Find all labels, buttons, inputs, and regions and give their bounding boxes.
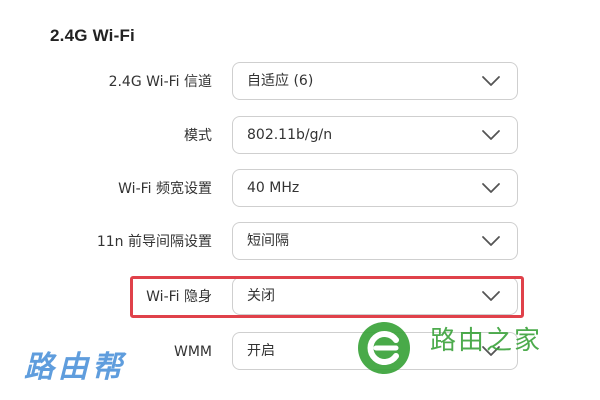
chevron-down-icon bbox=[482, 236, 500, 246]
guard-interval-value: 短间隔 bbox=[247, 233, 289, 249]
section-title: 2.4G Wi-Fi bbox=[50, 26, 135, 45]
setting-row-guard-interval: 11n 前导间隔设置 短间隔 bbox=[0, 222, 600, 262]
channel-select[interactable]: 自适应 (6) bbox=[232, 62, 518, 100]
router-home-logo-icon bbox=[358, 322, 410, 374]
chevron-down-icon bbox=[482, 183, 500, 193]
hidden-label: Wi-Fi 隐身 bbox=[146, 289, 212, 305]
setting-row-mode: 模式 802.11b/g/n bbox=[0, 116, 600, 156]
setting-row-hidden: Wi-Fi 隐身 关闭 bbox=[0, 277, 600, 317]
chevron-down-icon bbox=[482, 291, 500, 301]
setting-row-channel: 2.4G Wi-Fi 信道 自适应 (6) bbox=[0, 62, 600, 102]
guard-interval-label: 11n 前导间隔设置 bbox=[96, 234, 212, 250]
hidden-value: 关闭 bbox=[247, 288, 275, 304]
mode-label: 模式 bbox=[184, 128, 212, 144]
wmm-label: WMM bbox=[173, 344, 212, 360]
mode-value: 802.11b/g/n bbox=[247, 127, 333, 143]
chevron-down-icon bbox=[482, 130, 500, 140]
watermark-left: 路由帮 bbox=[24, 350, 126, 385]
chevron-down-icon bbox=[482, 76, 500, 86]
hidden-select[interactable]: 关闭 bbox=[232, 277, 518, 315]
bandwidth-select[interactable]: 40 MHz bbox=[232, 169, 518, 207]
watermark-right: 路由之家 bbox=[430, 326, 543, 356]
setting-row-bandwidth: Wi-Fi 频宽设置 40 MHz bbox=[0, 169, 600, 209]
guard-interval-select[interactable]: 短间隔 bbox=[232, 222, 518, 260]
bandwidth-value: 40 MHz bbox=[247, 180, 300, 196]
wmm-value: 开启 bbox=[247, 343, 275, 359]
mode-select[interactable]: 802.11b/g/n bbox=[232, 116, 518, 154]
channel-label: 2.4G Wi-Fi 信道 bbox=[108, 74, 212, 90]
channel-value: 自适应 (6) bbox=[247, 73, 314, 89]
bandwidth-label: Wi-Fi 频宽设置 bbox=[118, 181, 212, 197]
